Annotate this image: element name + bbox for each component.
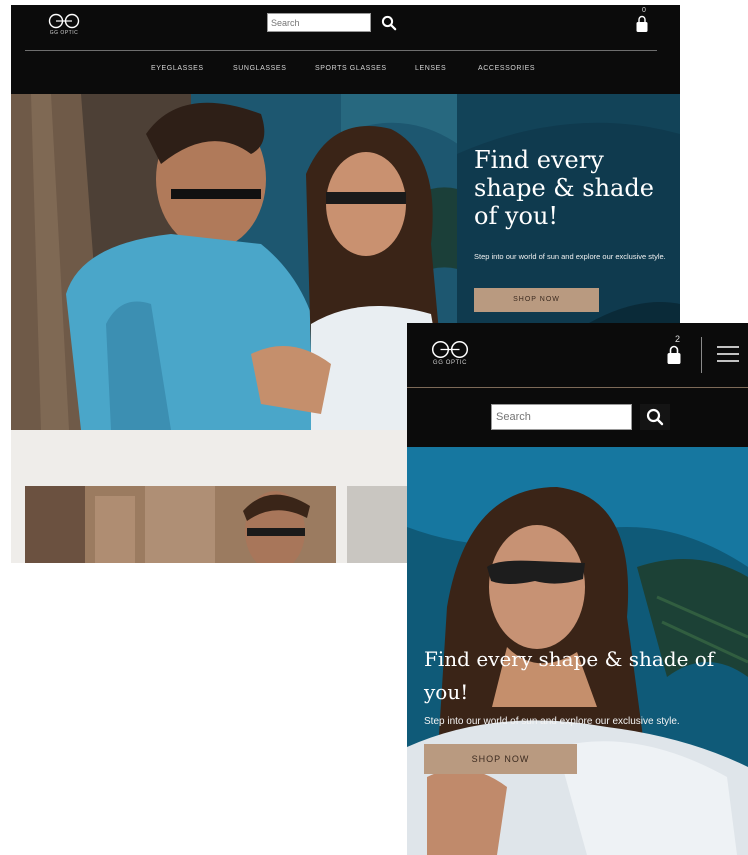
logo-icon [48, 13, 80, 29]
mobile-header: GG OPTIC 2 [407, 323, 748, 387]
desktop-logo-text: GG OPTIC [49, 30, 79, 36]
header-divider [25, 50, 657, 51]
header-vertical-divider [701, 337, 702, 373]
mobile-hero-headline: Find every shape & shade of you! [424, 647, 715, 704]
desktop-cart-count: 0 [642, 7, 646, 14]
mobile-logo[interactable]: GG OPTIC [430, 340, 470, 366]
desktop-shop-now-button[interactable]: SHOP NOW [474, 288, 599, 312]
mobile-logo-text: GG OPTIC [432, 360, 468, 366]
search-icon [646, 408, 664, 426]
mobile-mockup: GG OPTIC 2 Search Find every shape & sha… [407, 323, 748, 855]
desktop-search-input[interactable] [267, 13, 371, 32]
search-icon[interactable] [381, 15, 397, 31]
mobile-cart-count: 2 [675, 334, 681, 344]
nav-eyeglasses[interactable]: EYEGLASSES [151, 65, 204, 72]
mobile-shop-now-button[interactable]: SHOP NOW [424, 744, 577, 774]
nav-sunglasses[interactable]: SUNGLASSES [233, 65, 286, 72]
logo-icon [431, 340, 469, 359]
desktop-header: GG OPTIC 0 EYEGLASSES SUNGLASSES SPORTS … [11, 5, 680, 94]
category-card-1[interactable] [25, 486, 336, 563]
desktop-hero-subtext: Step into our world of sun and explore o… [474, 252, 666, 261]
category-card-1-image [25, 486, 336, 563]
mobile-header-divider [407, 387, 748, 388]
desktop-logo[interactable]: GG OPTIC [47, 13, 81, 36]
nav-accessories[interactable]: ACCESSORIES [478, 65, 535, 72]
mobile-hero-subtext: Step into our world of sun and explore o… [424, 716, 680, 727]
nav-sports-glasses[interactable]: SPORTS GLASSES [315, 65, 387, 72]
desktop-hero-headline: Find every shape & shade of you! [474, 146, 654, 230]
mobile-search-button[interactable] [640, 404, 670, 430]
mobile-search-input[interactable] [491, 404, 632, 430]
cart-icon[interactable] [635, 15, 649, 33]
menu-icon[interactable] [717, 345, 739, 363]
cart-icon[interactable] [666, 345, 682, 365]
main-nav: EYEGLASSES SUNGLASSES SPORTS GLASSES LEN… [11, 65, 680, 79]
nav-lenses[interactable]: LENSES [415, 65, 446, 72]
